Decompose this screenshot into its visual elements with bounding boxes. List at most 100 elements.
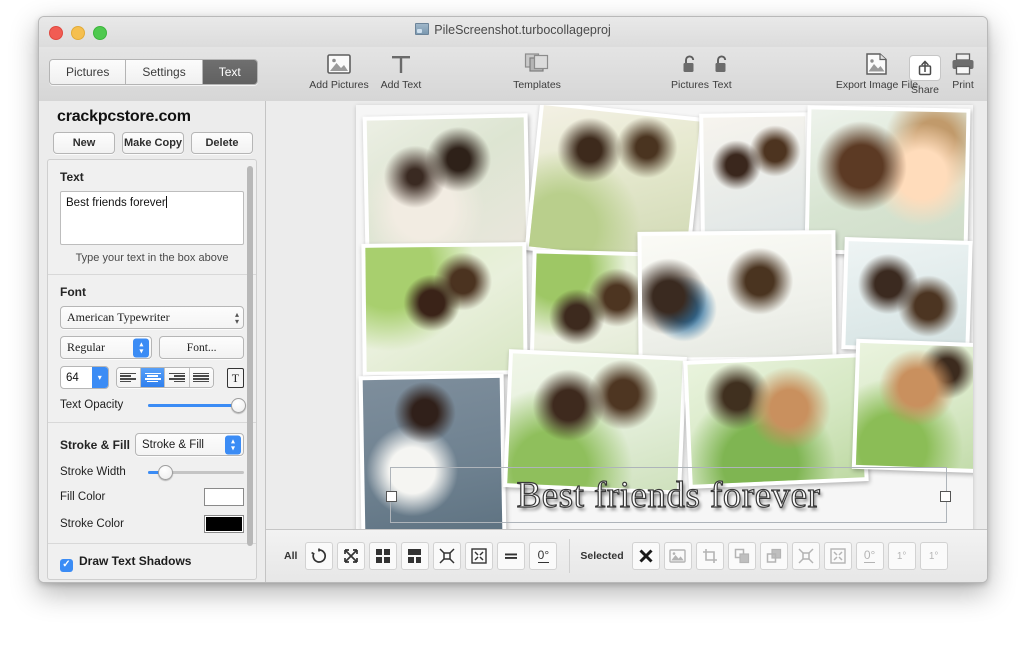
make-copy-button[interactable]: Make Copy bbox=[122, 132, 184, 154]
photo-image bbox=[365, 246, 524, 372]
lock-text-button[interactable]: Text bbox=[690, 51, 754, 91]
text-align-group[interactable] bbox=[115, 367, 214, 388]
text-opacity-slider[interactable] bbox=[148, 398, 246, 413]
photo-image bbox=[703, 116, 807, 232]
toolbar-divider bbox=[569, 539, 571, 573]
send-backward-icon[interactable] bbox=[759, 542, 788, 570]
stroke-width-slider[interactable] bbox=[148, 465, 244, 480]
shuffle-icon[interactable] bbox=[337, 542, 366, 570]
font-style-row: Regular ▴ ▾ Font... bbox=[60, 336, 244, 359]
rotation-zero-icon[interactable]: 0° bbox=[855, 542, 884, 570]
delete-icon[interactable] bbox=[631, 542, 660, 570]
fill-color-swatch[interactable] bbox=[204, 488, 244, 506]
checkbox-checked-icon: ✓ bbox=[60, 558, 73, 572]
text-input[interactable]: Best friends forever bbox=[60, 191, 244, 245]
brand-watermark: crackpcstore.com bbox=[57, 108, 191, 125]
collapse-icon[interactable] bbox=[823, 542, 852, 570]
document-title: PileScreenshot.turbocollageproj bbox=[39, 23, 987, 37]
collapse-icon[interactable] bbox=[465, 542, 494, 570]
align-justify-button[interactable] bbox=[189, 368, 213, 387]
expand-icon[interactable] bbox=[433, 542, 462, 570]
fill-color-row: Fill Color bbox=[60, 488, 244, 506]
collage-photo[interactable] bbox=[841, 237, 973, 353]
tab-text[interactable]: Text bbox=[202, 60, 257, 84]
shadow-x-slider[interactable] bbox=[76, 580, 152, 581]
font-section-title: Font bbox=[60, 285, 86, 299]
add-text-button[interactable]: Add Text bbox=[369, 51, 433, 91]
rotate-reset-icon[interactable] bbox=[305, 542, 334, 570]
chevron-updown-icon: ▴ ▾ bbox=[133, 338, 150, 357]
sidebar-scrollbar-thumb[interactable] bbox=[247, 166, 253, 546]
text-box-toggle-button[interactable]: T bbox=[226, 367, 244, 388]
new-button[interactable]: New bbox=[53, 132, 115, 154]
font-style-select[interactable]: Regular ▴ ▾ bbox=[60, 336, 153, 359]
replace-image-icon[interactable] bbox=[663, 542, 692, 570]
align-right-button[interactable] bbox=[165, 368, 190, 387]
equalize-icon[interactable] bbox=[497, 542, 526, 570]
add-pictures-label: Add Pictures bbox=[309, 79, 369, 91]
canvas-text-object[interactable]: Best friends forever bbox=[386, 467, 951, 523]
stroke-fill-title: Stroke & Fill bbox=[60, 437, 131, 452]
photo-image bbox=[366, 117, 527, 248]
align-left-button[interactable] bbox=[116, 368, 142, 387]
chevron-down-icon[interactable]: ▾ bbox=[91, 367, 108, 388]
resize-handle-right[interactable] bbox=[940, 490, 951, 502]
font-size-align-row: 64 ▾ T bbox=[60, 366, 244, 389]
collage-photo[interactable] bbox=[362, 113, 531, 252]
collage-photo[interactable] bbox=[699, 112, 811, 236]
photo-image bbox=[855, 342, 973, 470]
collage-photo[interactable] bbox=[851, 338, 973, 474]
slider-knob[interactable] bbox=[157, 465, 173, 480]
align-center-button[interactable] bbox=[141, 368, 166, 387]
font-family-select[interactable]: American Typewriter ▴ ▾ bbox=[60, 306, 244, 329]
stroke-color-row: Stroke Color bbox=[60, 515, 244, 533]
grid-mixed-icon[interactable] bbox=[401, 542, 430, 570]
text-input-hint: Type your text in the box above bbox=[75, 252, 229, 264]
font-family-value: American Typewriter bbox=[67, 310, 170, 324]
left-sidebar: crackpcstore.com New Make Copy Delete Te… bbox=[39, 101, 266, 582]
templates-button[interactable]: Templates bbox=[505, 51, 569, 91]
stroke-color-swatch[interactable] bbox=[204, 515, 244, 533]
collage[interactable]: Best friends forever bbox=[356, 105, 973, 539]
selected-rotation-zero-label: 0° bbox=[863, 548, 876, 563]
shadow-y-slider[interactable] bbox=[168, 580, 244, 581]
preset-actions: New Make Copy Delete bbox=[39, 132, 265, 154]
add-text-label: Add Text bbox=[380, 79, 422, 91]
stroke-color-label: Stroke Color bbox=[60, 518, 124, 530]
collage-photo[interactable] bbox=[637, 230, 837, 362]
expand-icon[interactable] bbox=[791, 542, 820, 570]
canvas-area[interactable]: Best friends forever bbox=[266, 101, 987, 539]
fill-color-label: Fill Color bbox=[60, 491, 106, 503]
resize-handle-left[interactable] bbox=[386, 490, 397, 502]
panel-tab-group[interactable]: Pictures Settings Text bbox=[49, 59, 258, 85]
tab-settings[interactable]: Settings bbox=[126, 60, 203, 84]
tab-pictures[interactable]: Pictures bbox=[50, 60, 127, 84]
add-text-icon bbox=[390, 51, 412, 77]
stroke-width-row: Stroke Width bbox=[60, 465, 244, 480]
templates-icon bbox=[524, 51, 550, 77]
slider-fill bbox=[148, 404, 244, 407]
add-pictures-icon bbox=[327, 51, 351, 77]
print-button[interactable]: Print bbox=[941, 51, 985, 91]
grid-uniform-icon[interactable] bbox=[369, 542, 398, 570]
draw-text-shadows-checkbox[interactable]: ✓ Draw Text Shadows bbox=[60, 554, 244, 572]
collage-photo[interactable] bbox=[361, 242, 528, 376]
rotate-cw-icon[interactable]: 1° bbox=[919, 542, 948, 570]
slider-knob[interactable] bbox=[231, 398, 246, 413]
rotate-ccw-label: 1° bbox=[896, 550, 907, 562]
add-pictures-button[interactable]: Add Pictures bbox=[307, 51, 371, 91]
bottom-toolbar: All 0° Selected 0° 1° 1° bbox=[266, 529, 987, 582]
delete-button[interactable]: Delete bbox=[191, 132, 253, 154]
stroke-fill-mode-select[interactable]: Stroke & Fill ▴ ▾ bbox=[135, 433, 244, 456]
shadow-xy-row: X Y bbox=[60, 580, 244, 581]
font-size-input[interactable]: 64 ▾ bbox=[60, 366, 109, 389]
crop-icon[interactable] bbox=[695, 542, 724, 570]
font-panel-button[interactable]: Font... bbox=[159, 336, 244, 359]
bring-forward-icon[interactable] bbox=[727, 542, 756, 570]
text-shadow-section: ✓ Draw Text Shadows X Y bbox=[48, 544, 256, 581]
rotation-zero-icon[interactable]: 0° bbox=[529, 542, 558, 570]
export-image-icon bbox=[865, 51, 889, 77]
rotate-ccw-icon[interactable]: 1° bbox=[887, 542, 916, 570]
lock-text-label: Text bbox=[712, 79, 732, 91]
photo-image bbox=[641, 234, 833, 358]
